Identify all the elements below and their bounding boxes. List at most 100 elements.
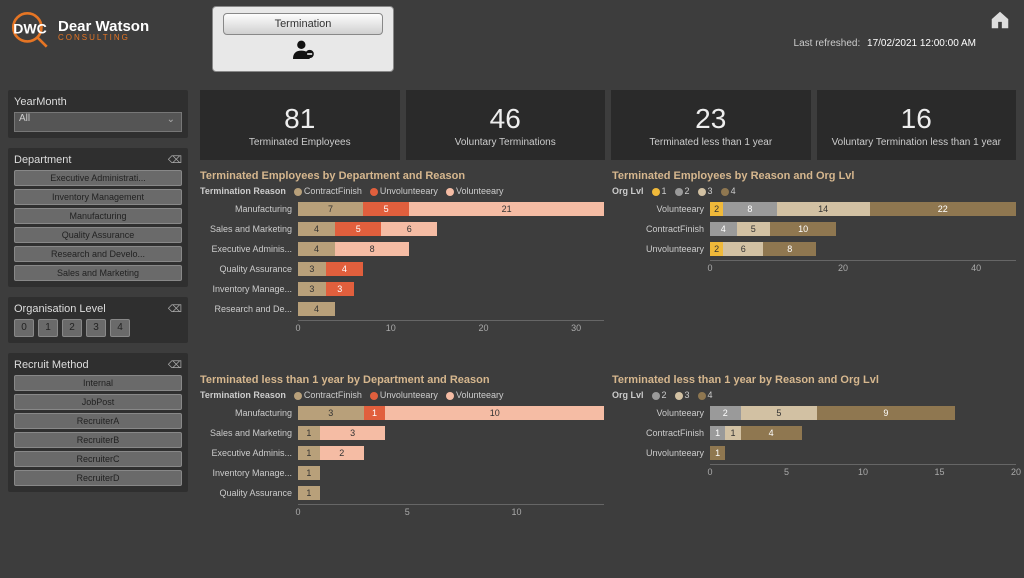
department-chip[interactable]: Sales and Marketing: [14, 265, 182, 281]
axis-tick: 30: [571, 323, 581, 333]
bar-row: Executive Adminis...12: [200, 444, 604, 462]
bar-track: 48: [298, 242, 604, 256]
yearmonth-select[interactable]: All: [14, 112, 182, 132]
axis-tick: 40: [971, 263, 981, 273]
bar-row: Quality Assurance34: [200, 260, 604, 278]
bar-segment: 21: [409, 202, 604, 216]
department-chip[interactable]: Quality Assurance: [14, 227, 182, 243]
chart-plot: Volunteeary281422ContractFinish4510Unvol…: [612, 200, 1016, 366]
department-chip[interactable]: Inventory Management: [14, 189, 182, 205]
bar-segment: 5: [741, 406, 818, 420]
eraser-icon[interactable]: ⌫: [168, 304, 182, 315]
kpi-label: Terminated less than 1 year: [649, 137, 772, 148]
axis-tick: 5: [405, 507, 410, 517]
chart-title: Terminated less than 1 year by Reason an…: [612, 374, 1016, 386]
bar-segment: 2: [710, 242, 723, 256]
bar-track: 1: [298, 486, 604, 500]
bar-segment: 4: [326, 262, 363, 276]
chart-legend: Org Lvl 2 3 4: [612, 390, 1016, 400]
x-axis: 0102030: [298, 320, 604, 334]
orglevel-chip[interactable]: 1: [38, 319, 58, 337]
bar-track: 1: [710, 446, 1016, 460]
bar-track: 12: [298, 446, 604, 460]
chart-title: Terminated less than 1 year by Departmen…: [200, 374, 604, 386]
chart-c3: Terminated less than 1 year by Departmen…: [200, 374, 604, 570]
recruit-chip[interactable]: RecruiterA: [14, 413, 182, 429]
chart-plot: Manufacturing3110Sales and Marketing13Ex…: [200, 404, 604, 570]
bar-category: ContractFinish: [612, 428, 710, 438]
axis-tick: 0: [295, 507, 300, 517]
bar-segment: 22: [870, 202, 1016, 216]
kpi-value: 46: [490, 103, 521, 135]
svg-text:DWC: DWC: [13, 21, 47, 37]
filter-yearmonth: YearMonth All: [8, 90, 188, 138]
bar-segment: 14: [777, 202, 870, 216]
bar-category: Executive Adminis...: [200, 448, 298, 458]
bar-category: Inventory Manage...: [200, 284, 298, 294]
eraser-icon[interactable]: ⌫: [168, 360, 182, 371]
bar-segment: 3: [298, 282, 326, 296]
filter-orglevel-title: Organisation Level: [14, 303, 106, 315]
x-axis: 0510: [298, 504, 604, 518]
chart-legend: Termination Reason ContractFinish Unvolu…: [200, 186, 604, 196]
last-refreshed-label: Last refreshed:: [794, 38, 861, 49]
axis-tick: 0: [707, 263, 712, 273]
bar-category: Inventory Manage...: [200, 468, 298, 478]
bar-track: 34: [298, 262, 604, 276]
bar-segment: 3: [326, 282, 354, 296]
orglevel-chip[interactable]: 4: [110, 319, 130, 337]
recruit-chip[interactable]: Internal: [14, 375, 182, 391]
bar-segment: 2: [320, 446, 364, 460]
filter-recruit: Recruit Method⌫ InternalJobPostRecruiter…: [8, 353, 188, 492]
axis-tick: 20: [478, 323, 488, 333]
kpi-label: Voluntary Terminations: [455, 137, 556, 148]
orglevel-chip[interactable]: 3: [86, 319, 106, 337]
bar-segment: 5: [737, 222, 770, 236]
department-chip[interactable]: Manufacturing: [14, 208, 182, 224]
termination-button[interactable]: Termination: [223, 13, 383, 35]
recruit-chip[interactable]: RecruiterD: [14, 470, 182, 486]
axis-tick: 10: [858, 467, 868, 477]
home-icon[interactable]: [986, 6, 1014, 34]
axis-tick: 0: [295, 323, 300, 333]
bar-row: Inventory Manage...33: [200, 280, 604, 298]
bar-segment: 1: [298, 466, 320, 480]
yearmonth-value: All: [19, 113, 30, 124]
axis-tick: 0: [707, 467, 712, 477]
bar-row: Volunteeary259: [612, 404, 1016, 422]
bar-segment: 8: [763, 242, 816, 256]
chart-legend: Termination Reason ContractFinish Unvolu…: [200, 390, 604, 400]
bar-segment: 6: [723, 242, 763, 256]
recruit-chip[interactable]: JobPost: [14, 394, 182, 410]
kpi-row: 81 Terminated Employees 46 Voluntary Term…: [200, 90, 1016, 160]
recruit-chip[interactable]: RecruiterC: [14, 451, 182, 467]
bar-row: Manufacturing3110: [200, 404, 604, 422]
bar-row: Unvolunteeary268: [612, 240, 1016, 258]
filter-sidebar: YearMonth All Department⌫ Executive Admi…: [8, 90, 188, 492]
kpi-value: 16: [901, 103, 932, 135]
orglevel-chip[interactable]: 2: [62, 319, 82, 337]
bar-track: 259: [710, 406, 1016, 420]
bar-row: Executive Adminis...48: [200, 240, 604, 258]
person-remove-icon: [289, 39, 317, 65]
bar-segment: 1: [298, 486, 320, 500]
department-chip[interactable]: Research and Develo...: [14, 246, 182, 262]
bar-category: Manufacturing: [200, 408, 298, 418]
bar-segment: 2: [710, 202, 723, 216]
termination-card: Termination: [212, 6, 394, 72]
recruit-chip[interactable]: RecruiterB: [14, 432, 182, 448]
kpi-label: Voluntary Termination less than 1 year: [832, 137, 1001, 148]
bar-track: 268: [710, 242, 1016, 256]
department-chip[interactable]: Executive Administrati...: [14, 170, 182, 186]
eraser-icon[interactable]: ⌫: [168, 155, 182, 166]
bar-row: Quality Assurance1: [200, 484, 604, 502]
bar-track: 7521: [298, 202, 604, 216]
orglevel-chip[interactable]: 0: [14, 319, 34, 337]
chart-grid: Terminated Employees by Department and R…: [200, 170, 1016, 570]
bar-segment: 1: [298, 446, 320, 460]
kpi-card: 81 Terminated Employees: [200, 90, 400, 160]
bar-segment: 8: [723, 202, 776, 216]
last-refreshed: Last refreshed: 17/02/2021 12:00:00 AM: [794, 38, 976, 49]
axis-tick: 15: [934, 467, 944, 477]
kpi-card: 23 Terminated less than 1 year: [611, 90, 811, 160]
